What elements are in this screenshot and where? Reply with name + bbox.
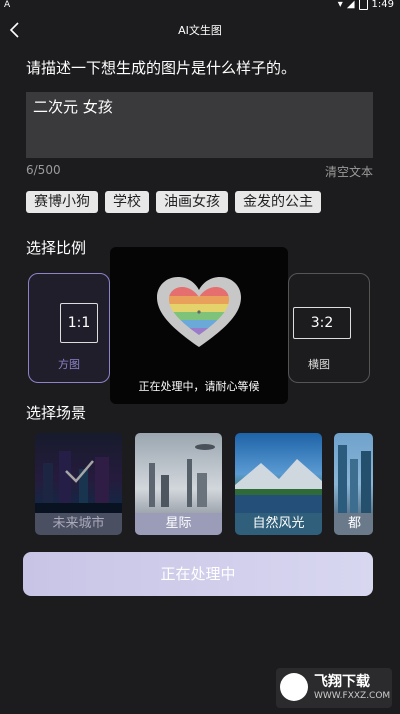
prompt-input[interactable]: 二次元 女孩 [26, 92, 373, 158]
prompt-label: 请描述一下想生成的图片是什么样子的。 [26, 59, 297, 77]
status-icons: ▾ ◢ 1:49 [338, 0, 394, 10]
ratio-value: 3:2 [293, 307, 351, 339]
scene-card-future-city[interactable]: 未来城市 [35, 433, 122, 535]
scene-section-title: 选择场景 [26, 404, 87, 422]
nature-image [235, 459, 322, 513]
tag-chip[interactable]: 赛博小狗 [26, 191, 98, 213]
battery-icon [358, 0, 368, 10]
status-bar: A ▾ ◢ 1:49 [0, 0, 400, 12]
ratio-name: 方图 [58, 358, 80, 371]
ratio-section-title: 选择比例 [26, 239, 87, 257]
notification-icon: A [4, 0, 11, 10]
scene-card-interstellar[interactable]: 星际 [135, 433, 222, 535]
urban-image [338, 445, 371, 513]
loading-message: 正在处理中，请耐心等候 [138, 380, 260, 393]
logo-icon [280, 673, 308, 701]
page-title: AI文生图 [178, 24, 222, 37]
scene-card-nature[interactable]: 自然风光 [235, 433, 322, 535]
scene-label: 星际 [135, 513, 222, 535]
watermark-brand: 飞翔下载 [314, 674, 370, 690]
watermark-url: WWW.FXXZ.COM [314, 691, 391, 701]
interstellar-image [149, 444, 215, 507]
rainbow-heart-icon [157, 277, 241, 347]
scene-label: 未来城市 [35, 513, 122, 535]
tag-chip[interactable]: 油画女孩 [156, 191, 228, 213]
tag-chip[interactable]: 金发的公主 [235, 191, 321, 213]
ratio-value: 1:1 [60, 303, 98, 343]
watermark-logo: 飞翔下载 WWW.FXXZ.COM [276, 668, 392, 708]
ratio-option-square[interactable]: 1:1 方图 [28, 273, 110, 383]
scene-label: 自然风光 [235, 513, 322, 535]
clock: 1:49 [371, 0, 394, 10]
scene-label: 都市 [334, 513, 373, 535]
clear-text-button[interactable]: 清空文本 [325, 163, 373, 180]
ratio-name: 横图 [308, 358, 330, 371]
tag-chip[interactable]: 学校 [105, 191, 149, 213]
tag-list: 赛博小狗 学校 油画女孩 金发的公主 [26, 191, 376, 213]
scene-card-urban[interactable]: 都市 [334, 433, 373, 535]
char-counter: 6/500 [26, 163, 61, 177]
wifi-icon: ▾ [337, 0, 343, 10]
ratio-option-landscape[interactable]: 3:2 横图 [288, 273, 370, 383]
loading-dialog: 正在处理中，请耐心等候 [110, 247, 288, 404]
generate-button[interactable]: 正在处理中 [23, 552, 373, 596]
signal-icon: ◢ [346, 0, 355, 10]
